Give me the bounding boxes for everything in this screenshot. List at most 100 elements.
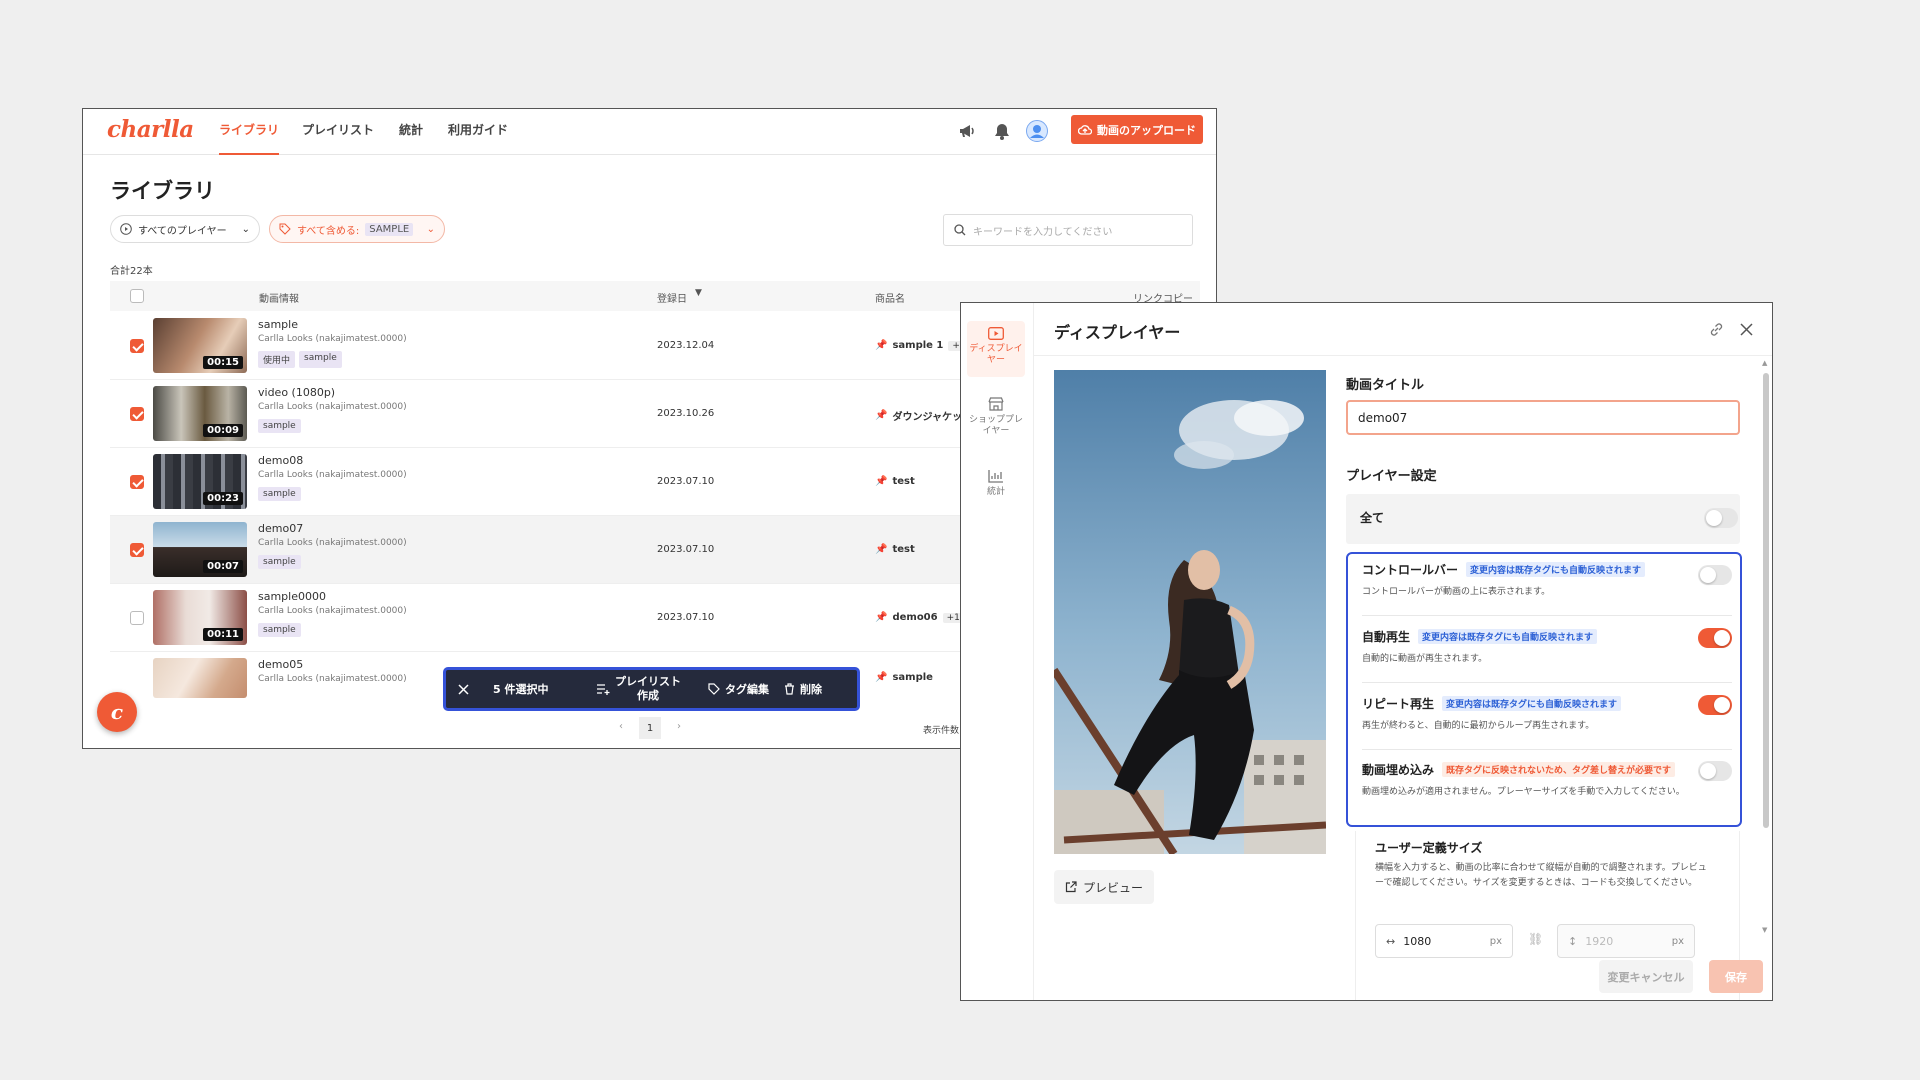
product-cell: 📌 sample 1 +4 (875, 340, 970, 351)
tag-edit-button[interactable]: タグ編集 (708, 670, 769, 708)
megaphone-icon[interactable] (955, 119, 979, 143)
option-name: コントロールバー (1362, 563, 1459, 577)
video-thumbnail[interactable]: 00:23 (153, 454, 247, 509)
sort-down-icon[interactable]: ▼ (695, 288, 702, 298)
col-date[interactable]: 登録日 (657, 290, 687, 305)
option-divider (1362, 615, 1732, 616)
custom-size-description: 横幅を入力すると、動画の比率に合わせて縦幅が自動的で調整されます。プレビューで確… (1375, 863, 1707, 889)
video-thumbnail[interactable] (153, 658, 247, 698)
all-settings-toggle[interactable] (1704, 508, 1738, 528)
option-divider (1362, 749, 1732, 750)
preview-button[interactable]: プレビュー (1054, 870, 1154, 904)
tag-icon (279, 223, 291, 235)
video-thumbnail[interactable]: 00:09 (153, 386, 247, 441)
play-square-icon (988, 327, 1004, 340)
width-unit: px (1489, 935, 1502, 947)
nav-playlist[interactable]: プレイリスト (302, 121, 374, 155)
repeat-toggle[interactable] (1698, 695, 1732, 715)
avatar-icon[interactable] (1025, 119, 1049, 143)
save-button[interactable]: 保存 (1709, 960, 1763, 993)
width-input[interactable]: ↔ 1080 px (1375, 924, 1513, 958)
search-input[interactable]: キーワードを入力してください (943, 214, 1193, 246)
row-checkbox[interactable] (130, 543, 144, 557)
tag-icon (708, 683, 720, 695)
height-input[interactable]: ↕ 1920 px (1557, 924, 1695, 958)
nav-stats[interactable]: 統計 (399, 121, 423, 155)
video-owner: Carlla Looks (nakajimatest.0000) (258, 606, 407, 616)
video-tag: sample (258, 555, 301, 569)
row-checkbox[interactable] (130, 475, 144, 489)
video-tag: 使用中 (258, 351, 296, 368)
bell-icon[interactable] (990, 119, 1014, 143)
link-icon[interactable] (1706, 319, 1726, 339)
all-settings-label: 全て (1360, 511, 1385, 525)
chevron-down-icon: ⌄ (241, 223, 250, 235)
video-tag: sample (258, 487, 301, 501)
register-date: 2023.07.10 (657, 544, 715, 555)
pin-icon: 📌 (875, 340, 888, 351)
product-name: ダウンジャケッ (892, 412, 962, 423)
selection-action-bar: 5 件選択中 プレイリスト 作成 タグ編集 削除 (443, 667, 860, 711)
control-bar-toggle[interactable] (1698, 565, 1732, 585)
tag-filter[interactable]: すべて含める: SAMPLE ⌄ (269, 215, 445, 243)
nav-guide[interactable]: 利用ガイド (448, 121, 508, 155)
duration-badge: 00:15 (203, 356, 243, 369)
embed-toggle[interactable] (1698, 761, 1732, 781)
shop-icon (988, 397, 1004, 411)
nav-library[interactable]: ライブラリ (219, 121, 280, 155)
create-playlist-button[interactable]: プレイリスト 作成 (596, 670, 681, 708)
width-arrows-icon: ↔ (1386, 934, 1396, 948)
autoplay-toggle[interactable] (1698, 628, 1732, 648)
link-ratio-icon[interactable]: ⛓ (1528, 932, 1543, 946)
register-date: 2023.07.10 (657, 476, 715, 487)
product-name: demo06 (892, 612, 938, 623)
prev-page-icon[interactable]: ‹ (619, 721, 623, 732)
upload-video-button[interactable]: 動画のアップロード (1071, 115, 1203, 144)
player-filter[interactable]: すべてのプレイヤー ⌄ (110, 215, 260, 243)
page-number[interactable]: 1 (639, 717, 661, 739)
charlla-floating-button[interactable]: c (97, 692, 137, 732)
modal-sidebar: ディスプレイヤー ショッププレイヤー 統計 (961, 303, 1034, 1000)
close-icon[interactable] (1736, 319, 1756, 339)
video-owner: Carlla Looks (nakajimatest.0000) (258, 538, 407, 548)
option-note: 変更内容は既存タグにも自動反映されます (1442, 696, 1622, 711)
option-description: 動画埋め込みが適用されません。プレーヤーサイズを手動で入力してください。 (1362, 787, 1685, 797)
video-preview-image (1054, 370, 1326, 854)
video-thumbnail[interactable]: 00:11 (153, 590, 247, 645)
video-tag: sample (258, 419, 301, 433)
close-selection-button[interactable] (458, 670, 469, 708)
option-note: 既存タグに反映されないため、タグ差し替えが必要です (1442, 762, 1676, 777)
delete-button[interactable]: 削除 (784, 670, 822, 708)
next-page-icon[interactable]: › (677, 721, 681, 732)
video-title-label: 動画タイトル (1346, 378, 1425, 393)
selected-count: 5 件選択中 (493, 683, 549, 696)
video-title-input[interactable]: demo07 (1346, 400, 1740, 435)
video-thumbnail[interactable]: 00:15 (153, 318, 247, 373)
register-date: 2023.07.10 (657, 612, 715, 623)
charlla-logo[interactable]: charlla (107, 116, 194, 143)
product-cell: 📌 sample (875, 672, 933, 683)
option-description: 自動的に動画が再生されます。 (1362, 654, 1488, 664)
modal-scrollbar[interactable]: ▲ ▼ (1762, 359, 1769, 934)
sidebar-item-display-player[interactable]: ディスプレイヤー (967, 321, 1025, 377)
video-owner: Carlla Looks (nakajimatest.0000) (258, 402, 407, 412)
cancel-changes-button[interactable]: 変更キャンセル (1599, 960, 1693, 993)
video-thumbnail[interactable]: 00:07 (153, 522, 247, 577)
option-description: コントロールバーが動画の上に表示されます。 (1362, 587, 1551, 597)
scroll-thumb[interactable] (1763, 373, 1769, 828)
sidebar-item-shop-player[interactable]: ショッププレイヤー (967, 391, 1025, 443)
row-checkbox[interactable] (130, 407, 144, 421)
preview-label: プレビュー (1082, 880, 1143, 895)
video-title: demo07 (258, 522, 304, 535)
select-all-checkbox[interactable] (130, 289, 144, 303)
per-page-label[interactable]: 表示件数 (923, 723, 959, 736)
height-placeholder: 1920 (1585, 934, 1614, 948)
col-product: 商品名 (875, 294, 905, 305)
row-checkbox[interactable] (130, 611, 144, 625)
trash-icon (785, 683, 794, 695)
sidebar-item-stats[interactable]: 統計 (967, 463, 1025, 511)
row-checkbox[interactable] (130, 339, 144, 353)
duration-badge: 00:07 (203, 560, 243, 573)
register-date: 2023.10.26 (657, 408, 715, 419)
pin-icon: 📌 (875, 672, 888, 683)
